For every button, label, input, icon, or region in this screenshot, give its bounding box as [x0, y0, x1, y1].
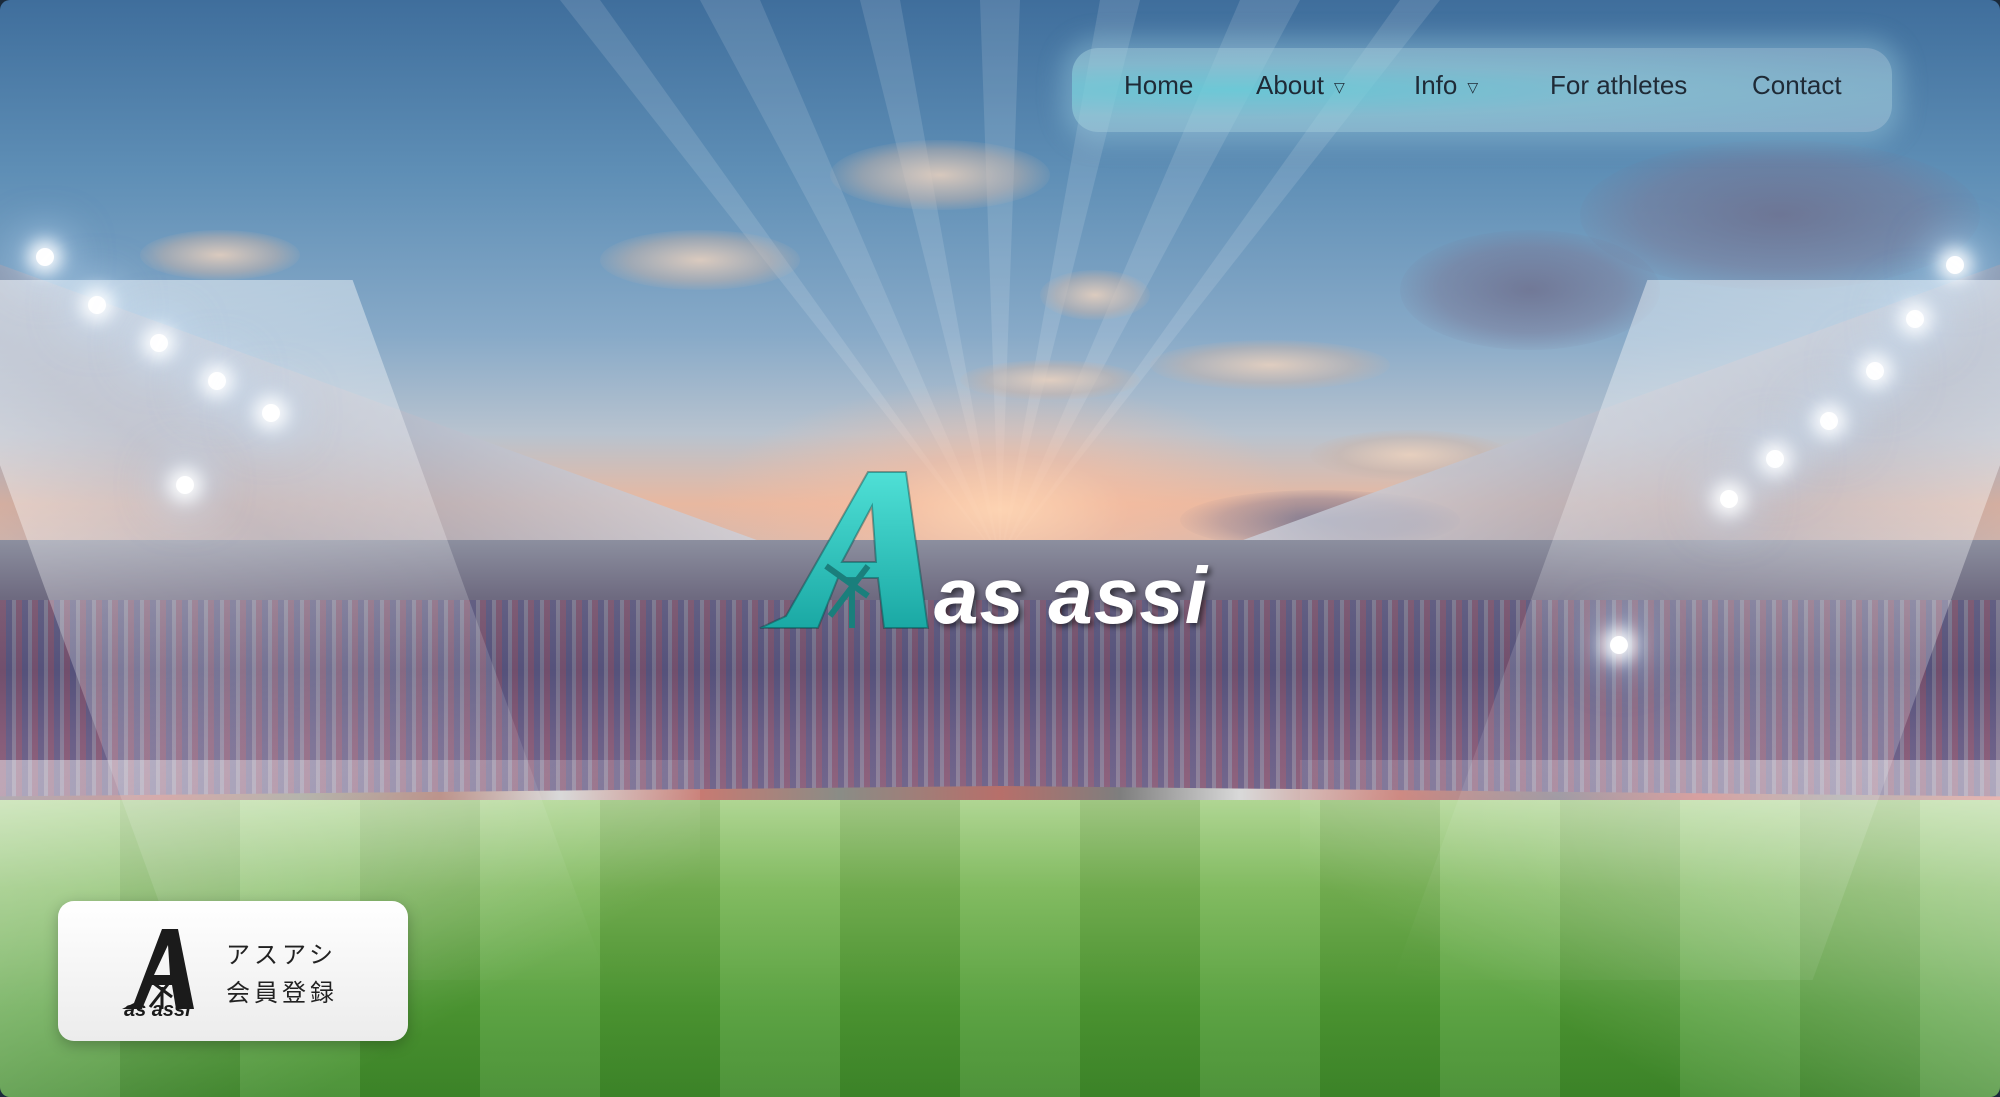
member-card-subtitle: 会員登録: [226, 979, 338, 1007]
triangle-down-icon[interactable]: ▽: [1334, 79, 1345, 96]
nav-item-label: Home: [1124, 70, 1194, 100]
nav-item-label: For athletes: [1550, 70, 1688, 100]
floodlight: [150, 334, 168, 352]
nav-item-home[interactable]: Home: [1124, 70, 1193, 101]
floodlight: [1906, 310, 1924, 328]
nav-item-about[interactable]: About ▽: [1256, 70, 1345, 101]
floodlight: [208, 372, 226, 390]
as-assi-logo: as assi: [756, 466, 1256, 640]
nav-item-contact[interactable]: Contact: [1752, 70, 1842, 101]
nav-item-label: Info: [1414, 70, 1458, 100]
floodlight: [176, 476, 194, 494]
cloud: [140, 230, 300, 280]
nav-item-label: About: [1256, 70, 1324, 100]
floodlight: [1820, 412, 1838, 430]
floodlight: [1766, 450, 1784, 468]
floodlight: [88, 296, 106, 314]
floodlight: [262, 404, 280, 422]
floodlight: [1946, 256, 1964, 274]
cloud: [1580, 140, 1980, 290]
member-card-title: アスアシ: [226, 941, 338, 969]
cloud: [830, 140, 1050, 210]
nav-item-info[interactable]: Info ▽: [1414, 70, 1478, 101]
page: Home About ▽ Info ▽ For athletes Contact a…: [0, 0, 2000, 1097]
logo-wordmark: as assi: [934, 551, 1208, 640]
floodlight: [1610, 636, 1628, 654]
card-logo-wordmark: as assi: [124, 999, 191, 1021]
cloud: [1040, 270, 1150, 320]
cloud: [600, 230, 800, 290]
triangle-down-icon[interactable]: ▽: [1467, 79, 1478, 96]
letter-a-logo-mark: [759, 471, 930, 629]
floodlight: [36, 248, 54, 266]
nav-item-for-athletes[interactable]: For athletes: [1550, 70, 1687, 101]
member-registration-button[interactable]: as assi アスアシ 会員登録: [58, 901, 408, 1041]
floodlight: [1720, 490, 1738, 508]
nav-item-label: Contact: [1752, 70, 1842, 100]
floodlight: [1866, 362, 1884, 380]
